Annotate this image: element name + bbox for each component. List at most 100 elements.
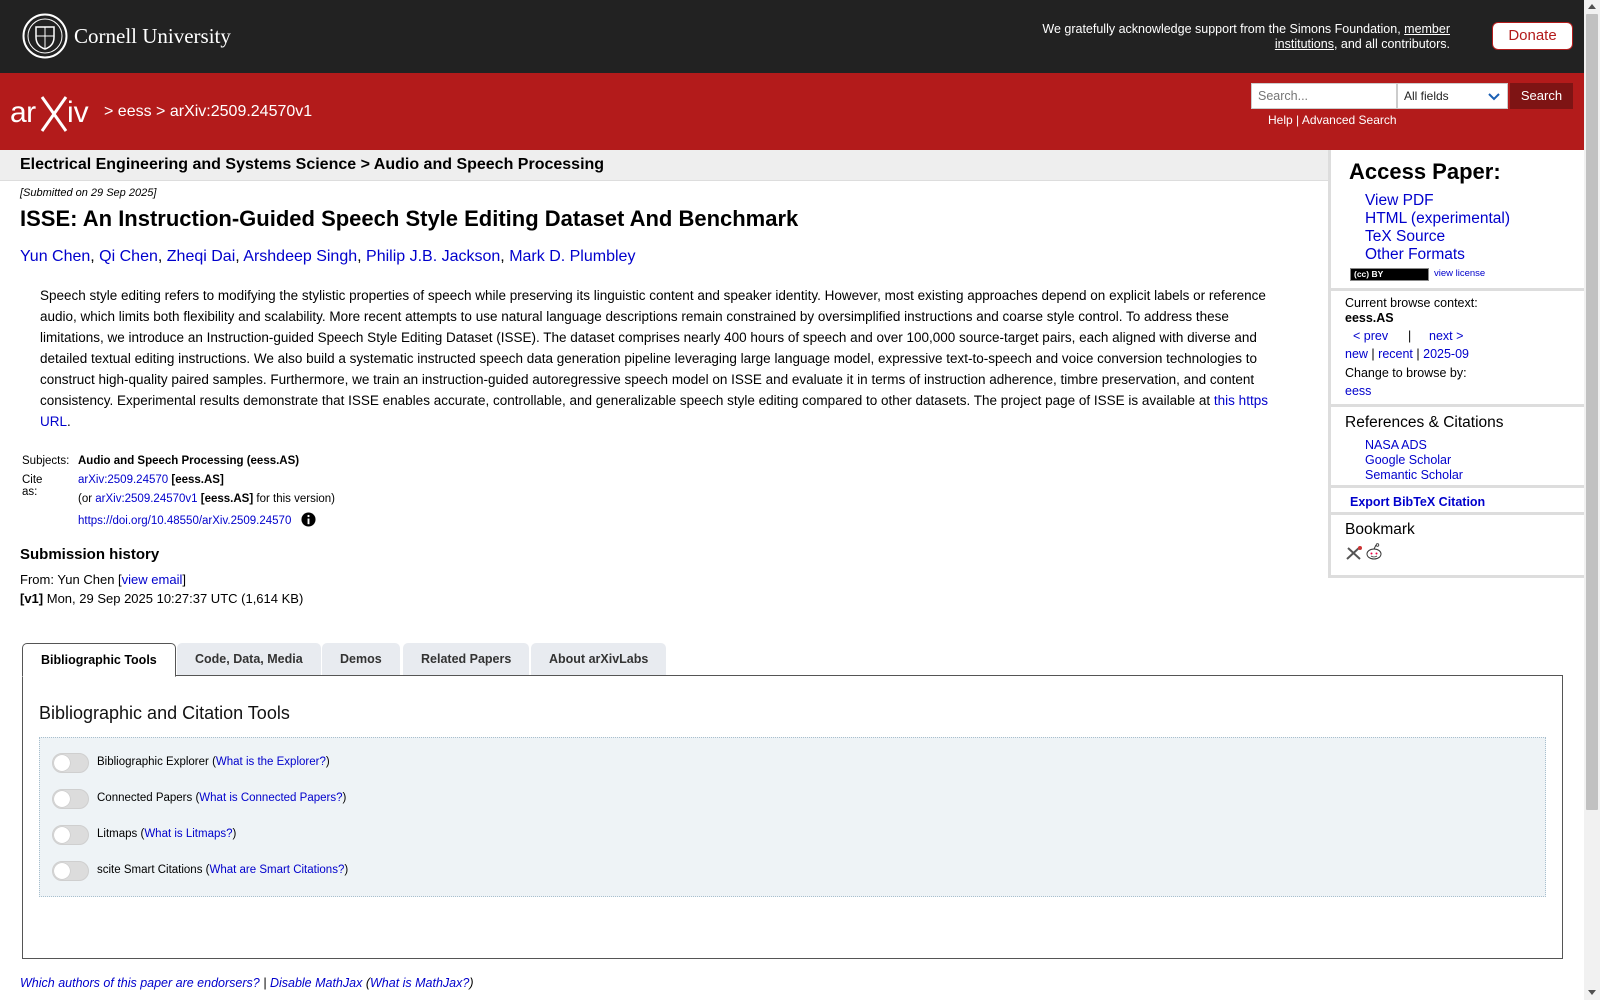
author-link[interactable]: Yun Chen xyxy=(20,248,90,265)
arxiv-logo-icon[interactable]: ar iv xyxy=(10,93,100,133)
arxiv-header: ar iv > eess > arXiv:2509.24570v1 All fi… xyxy=(0,73,1584,150)
subject-band: Electrical Engineering and Systems Scien… xyxy=(0,150,1328,181)
export-bibtex-link[interactable]: Export BibTeX Citation xyxy=(1350,495,1485,509)
tab-bibliographic-tools[interactable]: Bibliographic Tools xyxy=(22,643,176,677)
scroll-down-icon[interactable] xyxy=(1588,990,1596,995)
scite-toggle[interactable] xyxy=(52,861,89,881)
donate-button[interactable]: Donate xyxy=(1492,22,1573,50)
help-link[interactable]: Help xyxy=(1268,113,1293,127)
tool-help-link[interactable]: What is Connected Papers? xyxy=(199,792,342,804)
tab-about-arxivlabs[interactable]: About arXivLabs xyxy=(531,643,667,675)
author-link[interactable]: Zheqi Dai xyxy=(167,248,235,265)
tab-demos[interactable]: Demos xyxy=(322,643,400,675)
subjects-value: Audio and Speech Processing (eess.AS) xyxy=(78,455,300,467)
tool-help-link[interactable]: What are Smart Citations? xyxy=(209,864,344,876)
prev-link[interactable]: < prev xyxy=(1353,329,1388,343)
chevron-down-icon xyxy=(1488,93,1500,101)
doi-value: https://doi.org/10.48550/arXiv.2509.2457… xyxy=(78,512,316,527)
mathjax-help-link[interactable]: What is MathJax? xyxy=(370,976,469,990)
tool-row-explorer: Bibliographic Explorer (What is the Expl… xyxy=(52,753,652,773)
scroll-up-icon[interactable] xyxy=(1588,4,1596,9)
breadcrumb-separator: > xyxy=(104,103,114,120)
sidebar-divider xyxy=(1331,404,1584,407)
paper-title: ISSE: An Instruction-Guided Speech Style… xyxy=(20,206,799,231)
abstract-text: Speech style editing refers to modifying… xyxy=(40,288,1266,408)
support-suffix: , and all contributors. xyxy=(1333,37,1450,51)
google-scholar-link[interactable]: Google Scholar xyxy=(1365,453,1451,467)
doi-link[interactable]: https://doi.org/10.48550/arXiv.2509.2457… xyxy=(78,515,291,527)
tool-label: Bibliographic Explorer (What is the Expl… xyxy=(97,756,330,768)
sidebar-divider xyxy=(1331,288,1584,291)
new-link[interactable]: new xyxy=(1345,347,1368,361)
explorer-toggle[interactable] xyxy=(52,753,89,773)
breadcrumb-archive[interactable]: eess xyxy=(118,103,152,120)
cornell-seal-icon[interactable] xyxy=(22,13,68,59)
author-link[interactable]: Arshdeep Singh xyxy=(243,248,357,265)
svg-text:ar: ar xyxy=(10,96,36,129)
view-license-link[interactable]: view license xyxy=(1434,268,1485,279)
tool-row-connected-papers: Connected Papers (What is Connected Pape… xyxy=(52,789,652,809)
cite-version: (or arXiv:2509.24570v1 [eess.AS] for thi… xyxy=(78,493,335,505)
scrollbar-thumb[interactable] xyxy=(1586,14,1598,810)
tab-related-papers[interactable]: Related Papers xyxy=(403,643,530,675)
author-link[interactable]: Qi Chen xyxy=(99,248,158,265)
author-link[interactable]: Philip J.B. Jackson xyxy=(366,248,500,265)
browse-context-label: Current browse context: xyxy=(1345,296,1478,310)
month-link[interactable]: 2025-09 xyxy=(1423,347,1469,361)
author-separator: , xyxy=(90,248,100,265)
cornell-wordmark[interactable]: Cornell University xyxy=(74,24,231,49)
footer-links: Which authors of this paper are endorser… xyxy=(20,976,474,990)
reddit-icon[interactable] xyxy=(1365,543,1383,561)
author-link[interactable]: Mark D. Plumbley xyxy=(509,248,635,265)
tool-name: Bibliographic Explorer xyxy=(97,756,209,768)
tools-box: Bibliographic Explorer (What is the Expl… xyxy=(39,737,1546,897)
next-link[interactable]: next > xyxy=(1429,329,1463,343)
toggle-knob xyxy=(54,755,70,771)
info-icon[interactable] xyxy=(301,512,316,527)
footer-separator: | xyxy=(263,976,267,990)
search-button[interactable]: Search xyxy=(1510,83,1573,109)
cite-version-prefix: (or xyxy=(78,493,96,505)
history-from-suffix: ] xyxy=(182,572,186,587)
nav-separator: | xyxy=(1416,347,1420,361)
advanced-search-link[interactable]: Advanced Search xyxy=(1302,113,1397,127)
other-formats-link[interactable]: Other Formats xyxy=(1365,246,1465,264)
tool-help-link[interactable]: What is Litmaps? xyxy=(144,828,232,840)
abstract-end: . xyxy=(67,414,71,429)
tool-help-link[interactable]: What is the Explorer? xyxy=(216,756,326,768)
cc-license-badge[interactable]: (cc) BY xyxy=(1350,268,1429,281)
tab-panel: Bibliographic and Citation Tools Bibliog… xyxy=(22,675,1563,959)
sidebar-divider xyxy=(1331,512,1584,515)
nasa-ads-link[interactable]: NASA ADS xyxy=(1365,438,1427,452)
search-input[interactable] xyxy=(1251,83,1397,109)
semantic-scholar-link[interactable]: Semantic Scholar xyxy=(1365,468,1463,482)
recent-link[interactable]: recent xyxy=(1378,347,1413,361)
html-link[interactable]: HTML (experimental) xyxy=(1365,210,1510,228)
tool-row-scite: scite Smart Citations (What are Smart Ci… xyxy=(52,861,652,881)
toggle-knob xyxy=(54,863,70,879)
view-pdf-link[interactable]: View PDF xyxy=(1365,192,1434,210)
eess-browse-link[interactable]: eess xyxy=(1345,384,1371,398)
cite-version-link[interactable]: arXiv:2509.24570v1 xyxy=(95,493,197,505)
bibsonomy-icon[interactable] xyxy=(1345,545,1363,561)
litmaps-toggle[interactable] xyxy=(52,825,89,845)
toggle-knob xyxy=(54,827,70,843)
tool-name: Connected Papers xyxy=(97,792,193,804)
subject-heading: Electrical Engineering and Systems Scien… xyxy=(20,156,605,173)
author-separator: , xyxy=(357,248,367,265)
cite-version-tag: [eess.AS] xyxy=(200,493,254,505)
bookmark-heading: Bookmark xyxy=(1345,521,1415,538)
connected-papers-toggle[interactable] xyxy=(52,789,89,809)
submission-date: [Submitted on 29 Sep 2025] xyxy=(20,187,157,199)
view-email-link[interactable]: view email xyxy=(122,572,183,587)
tab-code-data-media[interactable]: Code, Data, Media xyxy=(177,643,321,675)
scrollbar[interactable] xyxy=(1584,0,1600,1000)
cite-tag: [eess.AS] xyxy=(171,474,224,486)
endorsers-link[interactable]: Which authors of this paper are endorser… xyxy=(20,976,260,990)
disable-mathjax-link[interactable]: Disable MathJax xyxy=(270,976,362,990)
search-field-select[interactable]: All fields xyxy=(1397,83,1508,109)
author-separator: , xyxy=(157,248,167,265)
tex-source-link[interactable]: TeX Source xyxy=(1365,228,1445,246)
nav-separator: | xyxy=(1371,347,1375,361)
cite-id-link[interactable]: arXiv:2509.24570 xyxy=(78,474,168,486)
